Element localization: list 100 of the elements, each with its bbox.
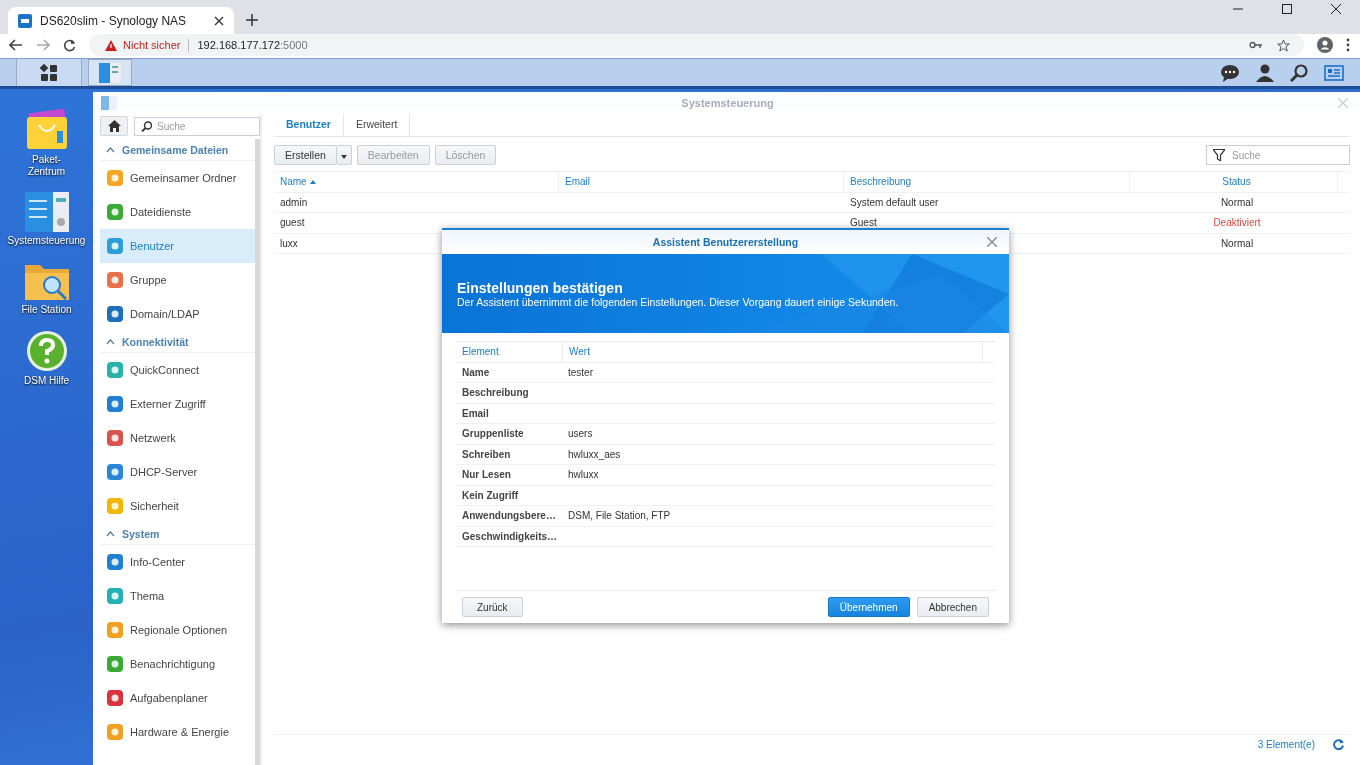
desktop-icon-label[interactable]: File Station <box>16 304 77 316</box>
tab[interactable]: Erweitert <box>343 114 411 136</box>
help-icon[interactable] <box>25 330 68 372</box>
app-icon <box>106 723 124 741</box>
app-icon <box>106 429 124 447</box>
app-icon <box>106 497 124 515</box>
desktop-icon-label[interactable]: Systemsteuerung <box>7 235 86 247</box>
key-icon[interactable] <box>1249 41 1263 49</box>
create-button[interactable]: Erstellen <box>274 145 337 165</box>
setting-label: Email <box>462 407 489 419</box>
tab-title: DS620slim - Synology NAS <box>40 13 188 28</box>
widgets-icon[interactable] <box>1324 64 1344 81</box>
setting-label: Anwendungsbere… <box>462 510 556 522</box>
section-header[interactable]: Konnektivität <box>100 331 255 353</box>
setting-value: tester <box>568 366 593 378</box>
desktop-icon-label[interactable]: Paket-Zentrum <box>16 154 77 178</box>
dialog-button[interactable]: Abbrechen <box>916 597 989 617</box>
caret-icon <box>106 530 115 537</box>
column-header: Element <box>456 342 563 362</box>
shopping-bag-icon[interactable] <box>24 107 69 151</box>
url-text: 192.168.177.172:5000 <box>197 39 308 51</box>
dialog-title: Assistent Benutzererstellung <box>652 236 799 248</box>
main-menu-button[interactable] <box>16 59 82 86</box>
sidebar-item[interactable]: Externer Zugriff <box>100 387 255 421</box>
profile-icon[interactable] <box>1317 37 1333 53</box>
app-icon <box>101 96 117 110</box>
sidebar-item[interactable]: Hardware & Energie <box>100 715 255 749</box>
new-tab-icon[interactable] <box>246 14 258 26</box>
app-icon <box>106 361 124 379</box>
sidebar-item[interactable]: Benachrichtigung <box>100 647 255 681</box>
maximize-icon[interactable] <box>1282 4 1292 14</box>
user-icon[interactable] <box>1256 63 1274 82</box>
sidebar-item[interactable]: Gemeinsamer Ordner <box>100 161 255 195</box>
sidebar-item[interactable]: Netzwerk <box>100 421 255 455</box>
sidebar-item[interactable]: Domain/LDAP <box>100 297 255 331</box>
setting-label: Nur Lesen <box>462 469 511 481</box>
table-cell: Guest <box>850 217 877 229</box>
sidebar-item[interactable]: Regionale Optionen <box>100 613 255 647</box>
sidebar-item[interactable]: DHCP-Server <box>100 455 255 489</box>
setting-value: users <box>568 428 593 440</box>
column-header: Wert <box>563 342 983 362</box>
app-icon <box>106 395 124 413</box>
setting-label: Name <box>462 366 490 378</box>
refresh-icon[interactable] <box>1333 738 1344 750</box>
column-header[interactable]: Email <box>559 172 844 192</box>
warning-icon <box>105 39 117 51</box>
desktop-icon-label[interactable]: DSM Hilfe <box>16 375 77 387</box>
close-tab-icon[interactable] <box>214 15 224 26</box>
tab[interactable]: Benutzer <box>274 114 344 136</box>
app-icon <box>106 169 124 187</box>
banner-title: Einstellungen bestätigen <box>457 279 624 296</box>
back-icon[interactable] <box>9 39 23 51</box>
control-panel-icon[interactable] <box>24 192 69 232</box>
control-panel-taskbar-button[interactable] <box>88 59 132 86</box>
table-cell-text: guest <box>279 217 306 229</box>
menu-icon[interactable] <box>1346 38 1350 52</box>
window-title: Systemsteuerung <box>680 97 775 109</box>
app-icon <box>106 655 124 673</box>
status-cell-text: Deaktiviert <box>1212 217 1262 229</box>
sidebar-item[interactable]: Dateidienste <box>100 195 255 229</box>
home-button[interactable] <box>100 116 128 136</box>
column-header[interactable]: Beschreibung <box>844 172 1130 192</box>
setting-label: Beschreibung <box>462 387 529 399</box>
sort-ascending-icon <box>309 179 316 184</box>
setting-value: hwluxx_aes <box>568 448 621 460</box>
star-icon[interactable] <box>1277 38 1290 52</box>
filter-icon <box>1213 149 1225 161</box>
sidebar-item[interactable]: Thema <box>100 579 255 613</box>
section-header[interactable]: System <box>100 523 255 545</box>
column-header[interactable]: Name <box>274 172 559 192</box>
close-icon[interactable] <box>1331 4 1341 14</box>
app-icon <box>106 237 124 255</box>
status-cell-text: Normal <box>1219 196 1255 208</box>
column-header[interactable]: Status <box>1130 172 1338 192</box>
section-header[interactable]: Gemeinsame Dateien <box>100 139 255 161</box>
browser-tab[interactable]: DS620slim - Synology NAS <box>8 7 234 34</box>
sidebar-item[interactable]: Aufgabenplaner <box>100 681 255 715</box>
setting-value: DSM, File Station, FTP <box>568 510 671 522</box>
app-icon <box>106 203 124 221</box>
app-icon <box>106 553 124 571</box>
reload-icon[interactable] <box>63 38 76 52</box>
table-cell-text: admin <box>279 196 309 208</box>
search-icon[interactable] <box>1290 63 1308 82</box>
setting-label: Kein Zugriff <box>462 489 519 501</box>
app-icon <box>106 271 124 289</box>
sidebar-item[interactable]: Info-Center <box>100 545 255 579</box>
app-icon <box>106 463 124 481</box>
sidebar-item[interactable]: Sicherheit <box>100 489 255 523</box>
dsm-favicon-icon <box>18 13 32 28</box>
banner-text: Der Assistent übernimmt die folgenden Einstellungen. Dieser Vorgang dauert einige Sekunden. <box>457 295 900 308</box>
caret-icon <box>106 338 115 345</box>
sidebar-item[interactable]: Benutzer <box>100 229 255 263</box>
dialog-button[interactable]: Zurück <box>462 597 523 617</box>
grid-icon <box>40 63 58 82</box>
sidebar-item[interactable]: QuickConnect <box>100 353 255 387</box>
chat-icon[interactable] <box>1220 63 1240 82</box>
item-count: 3 Element(e) <box>1257 738 1315 750</box>
setting-label: Schreiben <box>462 448 511 460</box>
address-bar[interactable]: Nicht sicher 192.168.177.172:5000 <box>89 34 1304 56</box>
sidebar-item[interactable]: Gruppe <box>100 263 255 297</box>
